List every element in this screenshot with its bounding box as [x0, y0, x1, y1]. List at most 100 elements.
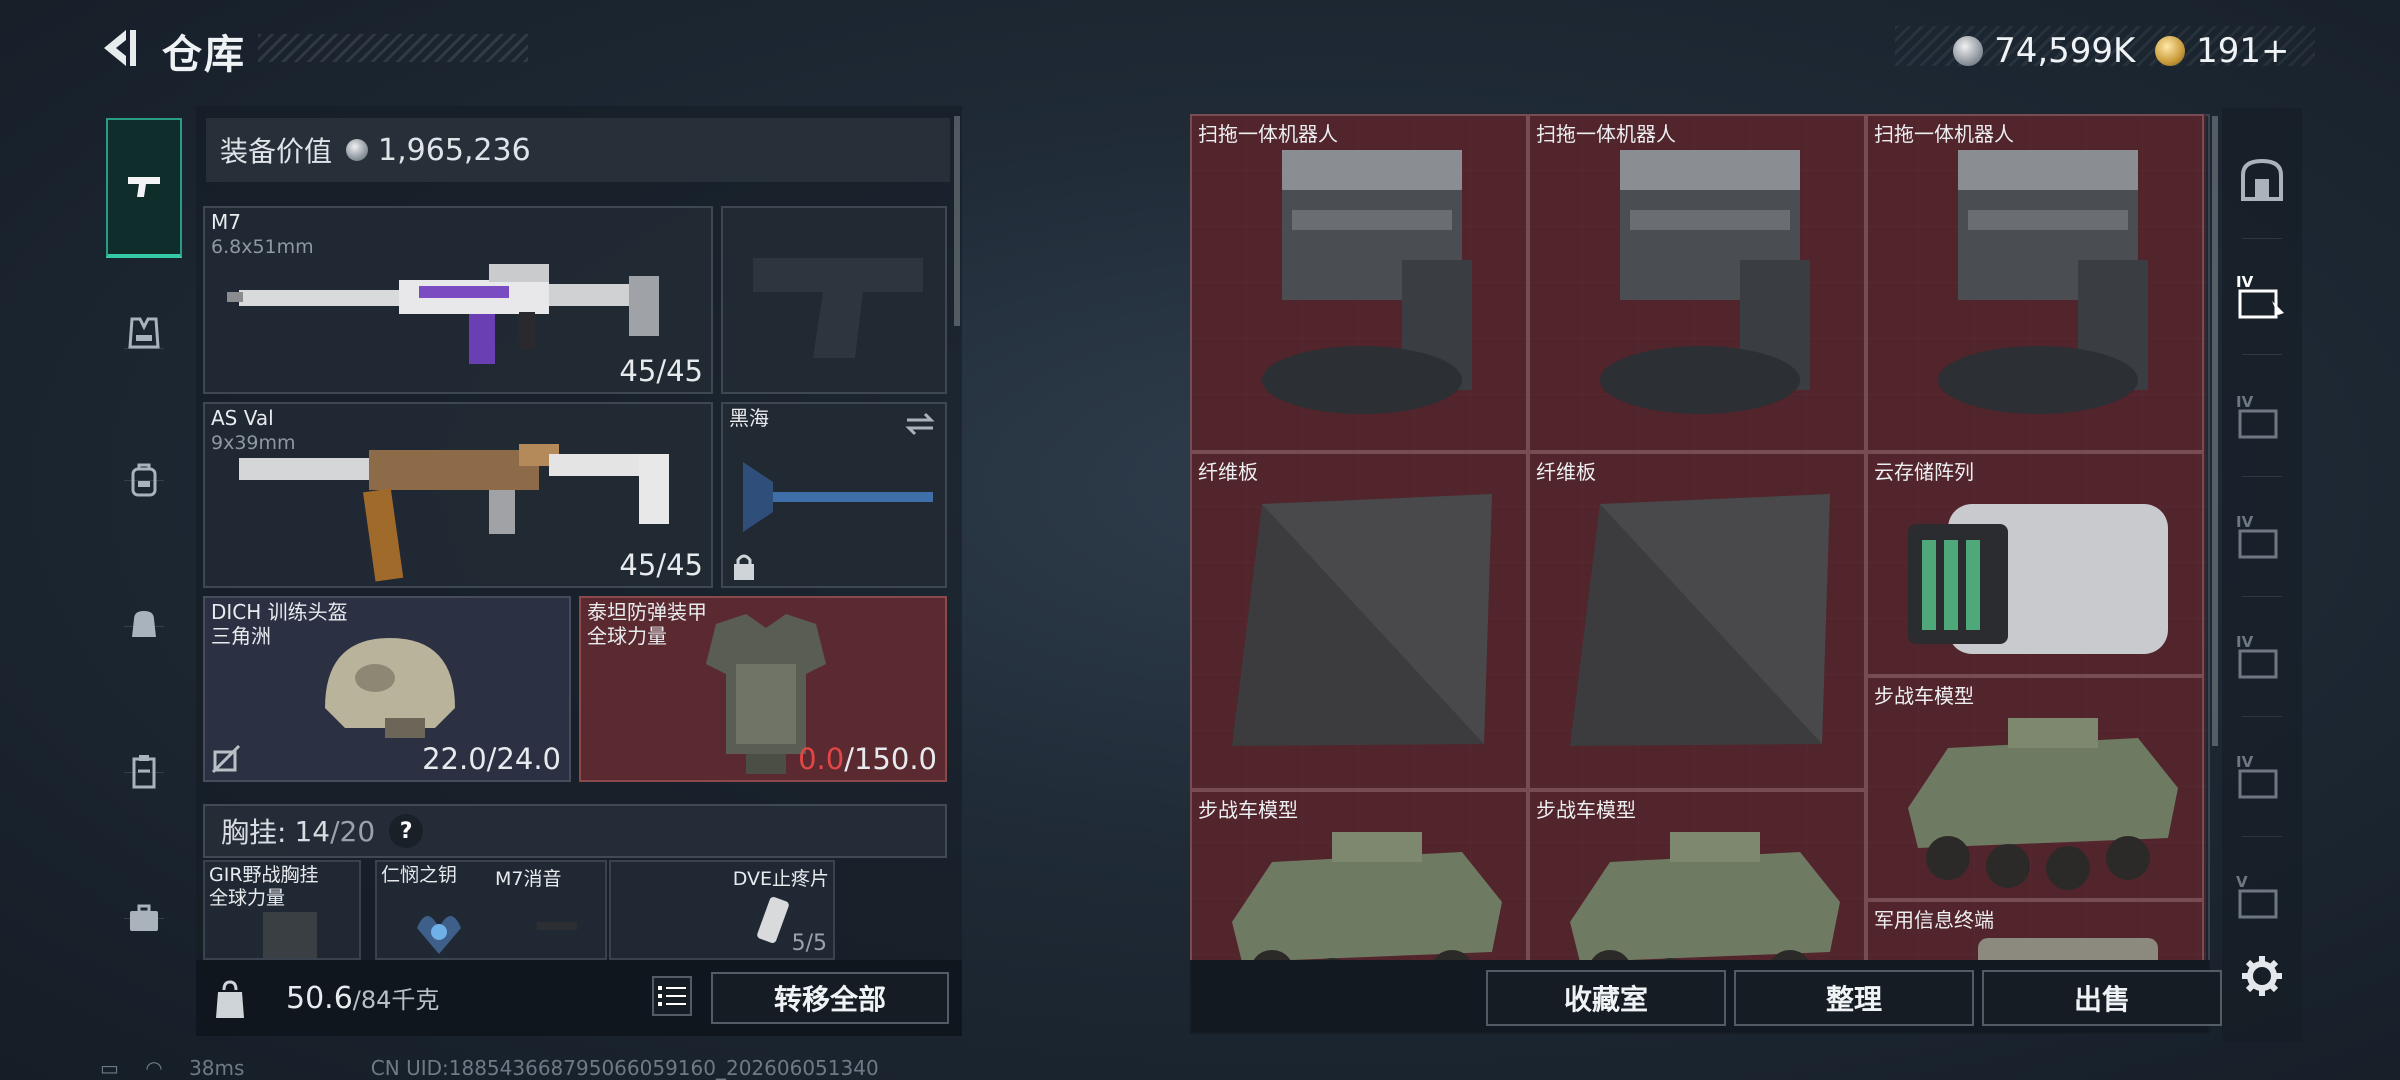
chest-rig-label: 胸挂:: [221, 816, 287, 849]
wifi-icon: ◠: [145, 1056, 163, 1080]
storage-item[interactable]: 纤维板: [1190, 452, 1528, 790]
storage-item[interactable]: 扫拖一体机器人: [1190, 114, 1528, 452]
tier-label: IV: [2236, 273, 2254, 291]
gold-currency-amount[interactable]: 191+: [2196, 31, 2289, 71]
armor-durability-max: /150.0: [844, 742, 937, 776]
nav-weapons[interactable]: [106, 118, 182, 258]
rig-item-slot[interactable]: DVE止疼片 5/5: [609, 860, 835, 960]
pistol-silhouette-icon: [753, 258, 923, 358]
item-name: 扫拖一体机器人: [1198, 122, 1338, 146]
armor-durability: 0.0/150.0: [798, 742, 937, 776]
user-uid: CN UID:1885436687950660591​60_2026060513…: [370, 1056, 879, 1080]
storage-tier-icon: IV: [2236, 393, 2278, 439]
clipboard-icon: [132, 755, 156, 789]
nav-clipboard[interactable]: [106, 726, 182, 816]
bag-icon: [132, 611, 156, 637]
helmet-maker: 三角洲: [211, 624, 271, 648]
military-terminal-image: [1978, 938, 2158, 960]
storage-tier-icon: V: [2236, 873, 2278, 919]
currency-bar: 74,599K 191+: [1895, 26, 2315, 71]
storage-item[interactable]: 步战车模型: [1190, 790, 1528, 960]
storage-tier-tab-2[interactable]: IV: [2232, 386, 2292, 446]
back-button[interactable]: [96, 24, 144, 72]
gear-icon: [2242, 956, 2282, 996]
equipment-value-amount: 1,965,236: [378, 132, 531, 168]
storage-item[interactable]: 军用信息终端: [1866, 900, 2204, 960]
swap-icon[interactable]: [903, 410, 937, 438]
item-name: 云存储阵列: [1874, 460, 1974, 484]
list-icon: [658, 986, 686, 1006]
list-view-button[interactable]: [652, 976, 692, 1016]
storage-item[interactable]: 步战车模型: [1528, 790, 1866, 960]
weapon-ammo: 45/45: [619, 354, 703, 388]
item-name: 步战车模型: [1536, 798, 1636, 822]
body-armor-slot[interactable]: 泰坦防弹装甲 全球力量 0.0/150.0: [579, 596, 947, 782]
rig-item-count: 5/5: [791, 931, 827, 956]
storage-item[interactable]: 纤维板: [1528, 452, 1866, 790]
storage-tier-tab-1[interactable]: IV: [2232, 266, 2292, 326]
equipment-value-label: 装备价值: [220, 135, 333, 168]
storage-item[interactable]: 云存储阵列: [1866, 452, 2204, 676]
item-name: 纤维板: [1536, 460, 1596, 484]
key-and-suppressor-image: [417, 916, 577, 954]
item-name: 纤维板: [1198, 460, 1258, 484]
nav-backpack[interactable]: [106, 434, 182, 524]
robot-vacuum-image: [1600, 150, 1810, 414]
rig-item-slot[interactable]: 仁悯之钥 M7消音: [375, 860, 607, 960]
storage-tier-tab-4[interactable]: IV: [2232, 626, 2292, 686]
ifv-model-image: [1908, 718, 2178, 890]
title-decoration: [258, 34, 528, 62]
storage-item[interactable]: 扫拖一体机器人: [1528, 114, 1866, 452]
safe-box-tab[interactable]: [2232, 150, 2292, 210]
primary-weapon-slot-1[interactable]: M7 6.8x51mm 45/45: [203, 206, 713, 394]
chest-rig-max: /20: [330, 814, 376, 848]
rig-item-name: GIR野战胸挂: [209, 864, 319, 886]
ifv-model-image: [1570, 832, 1840, 960]
help-button[interactable]: ?: [389, 814, 424, 848]
silver-coin-icon: [1953, 36, 1983, 66]
ifv-model-image: [1232, 832, 1502, 960]
carry-weight-current: 50.6: [286, 981, 353, 1016]
storage-tier-tab-6[interactable]: V: [2232, 866, 2292, 926]
status-bar: ▭ ◠ 38ms CN UID:1885436687950660591​60_2…: [100, 1056, 899, 1080]
nav-armor[interactable]: [106, 288, 182, 378]
storage-tier-tab-3[interactable]: IV: [2232, 506, 2292, 566]
briefcase-icon: [130, 904, 158, 931]
carry-weight-max: /84千克: [352, 986, 440, 1014]
armor-maker: 全球力量: [587, 624, 667, 648]
storage-item[interactable]: 步战车模型: [1866, 676, 2204, 900]
tier-label: IV: [2236, 633, 2254, 651]
painkiller-image: [757, 897, 789, 943]
item-name: 扫拖一体机器人: [1536, 122, 1676, 146]
storage-tier-icon: IV: [2236, 753, 2278, 799]
gold-coin-icon: [2155, 36, 2185, 66]
chest-rig-header: 胸挂: 14/20 ?: [203, 804, 947, 858]
left-category-nav: [98, 108, 190, 1008]
storage-scrollbar[interactable]: [2212, 116, 2218, 746]
storage-tab-nav: IV IV IV IV IV V: [2222, 108, 2302, 1042]
organize-button[interactable]: 整理: [1734, 970, 1974, 1026]
chest-rig-slot[interactable]: GIR野战胸挂 全球力量: [203, 860, 361, 960]
helmet-slot[interactable]: DICH 训练头盔 三角洲 22.0/24.0: [203, 596, 571, 782]
sell-button[interactable]: 出售: [1982, 970, 2222, 1026]
storage-tier-icon: IV: [2236, 513, 2278, 559]
armor-durability-current: 0.0: [798, 742, 845, 776]
storage-item[interactable]: 扫拖一体机器人: [1866, 114, 2204, 452]
carry-weight: 50.6/84千克: [286, 980, 439, 1016]
melee-slot[interactable]: 黑海: [721, 402, 947, 588]
ping: 38ms: [189, 1056, 245, 1080]
silver-currency-amount: 74,599K: [1994, 31, 2136, 71]
secondary-weapon-slot[interactable]: [721, 206, 947, 394]
tier-label: IV: [2236, 513, 2254, 531]
item-name: 扫拖一体机器人: [1874, 122, 2014, 146]
collection-room-button[interactable]: 收藏室: [1486, 970, 1726, 1026]
primary-weapon-slot-2[interactable]: AS Val 9x39mm 45/45: [203, 402, 713, 588]
transfer-all-button[interactable]: 转移全部: [711, 972, 949, 1024]
item-name: 步战车模型: [1198, 798, 1298, 822]
storage-grid: 扫拖一体机器人 扫拖一体机器人 扫拖一体机器人 纤维板 纤维板 云存储阵列 步战…: [1190, 114, 2206, 960]
nav-briefcase[interactable]: [106, 874, 182, 964]
storage-tier-tab-5[interactable]: IV: [2232, 746, 2292, 806]
settings-button[interactable]: [2232, 946, 2292, 1006]
equipment-scrollbar[interactable]: [954, 116, 960, 326]
nav-bag[interactable]: [106, 578, 182, 668]
